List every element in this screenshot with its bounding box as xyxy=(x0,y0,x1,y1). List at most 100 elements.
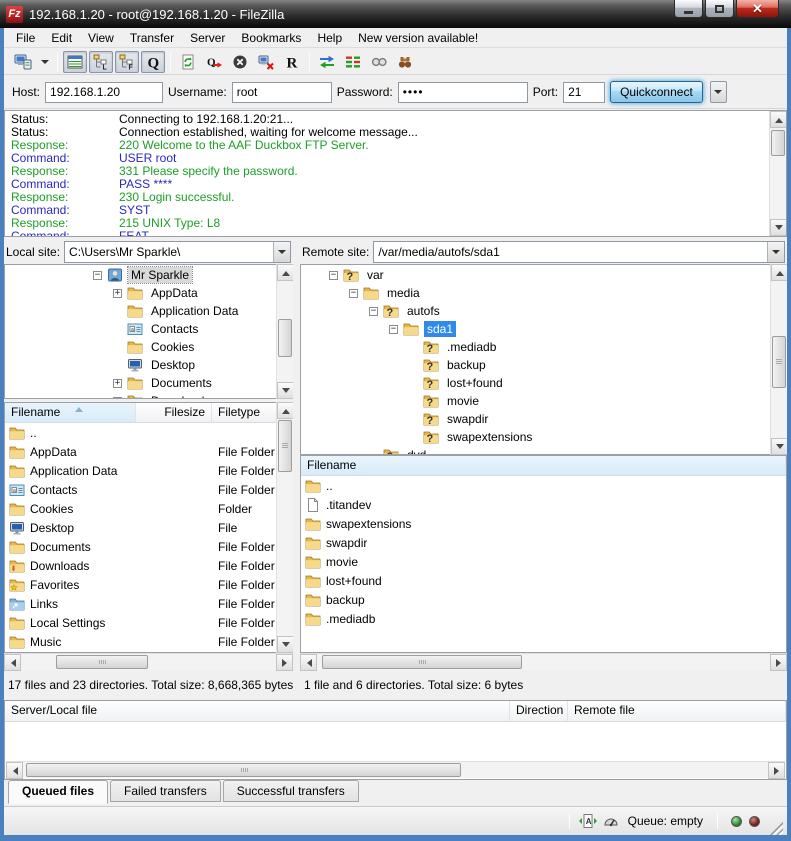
remote-file-row-swapdir[interactable]: swapdir xyxy=(301,533,786,552)
local-site-combobox[interactable]: C:\Users\Mr Sparkle\ xyxy=(64,241,291,263)
scroll-left-button[interactable] xyxy=(300,654,317,671)
local-file-row-appdata[interactable]: AppDataFile Folder xyxy=(5,442,277,461)
local-tree-item-appdata[interactable]: +AppData xyxy=(5,284,292,302)
scrollbar-thumb[interactable] xyxy=(322,655,522,669)
scrollbar-thumb[interactable] xyxy=(278,319,292,357)
remote-file-row-backup[interactable]: backup xyxy=(301,590,786,609)
remote-tree-item-sda1[interactable]: −sda1 xyxy=(301,320,786,338)
scrollbar-thumb[interactable] xyxy=(278,420,292,472)
scroll-left-button[interactable] xyxy=(4,654,21,671)
local-list-horizontal-scrollbar[interactable] xyxy=(4,653,293,670)
reconnect-button[interactable]: R xyxy=(280,51,304,73)
close-button[interactable]: ✕ xyxy=(736,0,779,18)
queue-horizontal-scrollbar[interactable] xyxy=(6,761,785,778)
toggle-queue-button[interactable]: Q xyxy=(141,51,165,73)
column-header-remote-file[interactable]: Remote file xyxy=(568,701,786,721)
toggle-message-log-button[interactable] xyxy=(63,51,87,73)
remote-tree-item-mediadb[interactable]: ?.mediadb xyxy=(301,338,786,356)
expander-minus[interactable]: − xyxy=(329,271,338,280)
local-file-row-downloads[interactable]: DownloadsFile Folder xyxy=(5,556,277,575)
menu-item-file[interactable]: File xyxy=(8,29,43,47)
directory-comparison-button[interactable] xyxy=(315,51,339,73)
remote-list-horizontal-scrollbar[interactable] xyxy=(300,653,787,670)
tab-queued-files[interactable]: Queued files xyxy=(8,780,108,804)
scroll-down-button[interactable] xyxy=(277,636,294,653)
password-input[interactable] xyxy=(398,82,528,103)
quickconnect-dropdown-button[interactable] xyxy=(710,81,727,103)
expander-plus[interactable]: + xyxy=(113,289,122,298)
toggle-remote-tree-button[interactable]: F xyxy=(115,51,139,73)
menu-item-server[interactable]: Server xyxy=(182,29,233,47)
remote-file-row-movie[interactable]: movie xyxy=(301,552,786,571)
local-file-row-links[interactable]: LinksFile Folder xyxy=(5,594,277,613)
file-search-button[interactable] xyxy=(393,51,417,73)
local-tree-item-desktop[interactable]: Desktop xyxy=(5,356,292,374)
remote-tree-item-swapdir[interactable]: ?swapdir xyxy=(301,410,786,428)
column-header-filesize[interactable]: Filesize xyxy=(136,403,212,422)
local-file-row-cookies[interactable]: CookiesFolder xyxy=(5,499,277,518)
quickconnect-button[interactable]: Quickconnect xyxy=(610,81,703,103)
menu-item-transfer[interactable]: Transfer xyxy=(122,29,182,47)
expander-minus[interactable]: − xyxy=(389,325,398,334)
remote-tree-vertical-scrollbar[interactable] xyxy=(770,264,787,455)
remote-tree-item-var[interactable]: −?var xyxy=(301,266,786,284)
remote-file-row-lost-found[interactable]: lost+found xyxy=(301,571,786,590)
local-file-row-contacts[interactable]: aContactsFile Folder xyxy=(5,480,277,499)
port-input[interactable] xyxy=(563,82,605,103)
scroll-up-button[interactable] xyxy=(277,264,294,281)
cancel-button[interactable] xyxy=(228,51,252,73)
remote-tree-item-movie[interactable]: ?movie xyxy=(301,392,786,410)
refresh-button[interactable] xyxy=(176,51,200,73)
resize-grip[interactable] xyxy=(770,822,783,835)
scroll-right-button[interactable] xyxy=(768,762,785,779)
host-input[interactable] xyxy=(45,82,163,103)
tab-successful-transfers[interactable]: Successful transfers xyxy=(223,780,359,802)
disconnect-button[interactable] xyxy=(254,51,278,73)
message-log-vertical-scrollbar[interactable] xyxy=(769,111,786,236)
local-file-row-local-settings[interactable]: Local SettingsFile Folder xyxy=(5,613,277,632)
remote-tree-item-autofs[interactable]: −?autofs xyxy=(301,302,786,320)
transfer-type-icon[interactable]: A xyxy=(579,813,597,829)
remote-file-row-mediadb[interactable]: .mediadb xyxy=(301,609,786,628)
site-manager-dropdown-button[interactable] xyxy=(37,51,52,73)
expander-minus[interactable]: − xyxy=(369,307,378,316)
site-manager-button[interactable] xyxy=(11,51,35,73)
scroll-up-button[interactable] xyxy=(277,402,294,419)
scroll-up-button[interactable] xyxy=(771,264,787,281)
minimize-button[interactable] xyxy=(674,0,703,18)
column-header-filename[interactable]: Filename xyxy=(301,456,786,475)
local-tree-item-contacts[interactable]: aContacts xyxy=(5,320,292,338)
local-file-row-item[interactable]: .. xyxy=(5,423,277,442)
remote-file-row-titandev[interactable]: .titandev xyxy=(301,495,786,514)
filter-button[interactable] xyxy=(367,51,391,73)
process-queue-button[interactable]: Q xyxy=(202,51,226,73)
remote-tree-item-backup[interactable]: ?backup xyxy=(301,356,786,374)
remote-site-dropdown-button[interactable] xyxy=(767,242,784,262)
toggle-local-tree-button[interactable]: L xyxy=(89,51,113,73)
column-header-filename[interactable]: Filename xyxy=(5,403,136,422)
menu-item-new-version-available[interactable]: New version available! xyxy=(350,29,486,47)
remote-tree-item-lost-found[interactable]: ?lost+found xyxy=(301,374,786,392)
local-list-vertical-scrollbar[interactable] xyxy=(276,402,293,653)
local-file-row-favorites[interactable]: FavoritesFile Folder xyxy=(5,575,277,594)
local-tree-vertical-scrollbar[interactable] xyxy=(276,264,293,399)
username-input[interactable] xyxy=(232,82,332,103)
menu-item-bookmarks[interactable]: Bookmarks xyxy=(233,29,309,47)
remote-tree-item-dvd[interactable]: ?dvd xyxy=(301,446,786,455)
local-tree-item-mr-sparkle[interactable]: −Mr Sparkle xyxy=(5,266,292,284)
scroll-right-button[interactable] xyxy=(770,654,787,671)
column-header-direction[interactable]: Direction xyxy=(510,701,568,721)
synchronized-browsing-button[interactable] xyxy=(341,51,365,73)
scroll-up-button[interactable] xyxy=(770,111,787,128)
maximize-button[interactable] xyxy=(705,0,734,18)
menu-item-help[interactable]: Help xyxy=(309,29,350,47)
local-file-row-documents[interactable]: DocumentsFile Folder xyxy=(5,537,277,556)
local-file-row-music[interactable]: MusicFile Folder xyxy=(5,632,277,651)
scrollbar-thumb[interactable] xyxy=(771,130,785,156)
remote-file-row-swapextensions[interactable]: swapextensions xyxy=(301,514,786,533)
column-header-server-local-file[interactable]: Server/Local file xyxy=(5,701,510,721)
scroll-down-button[interactable] xyxy=(770,219,787,236)
remote-tree-item-media[interactable]: −media xyxy=(301,284,786,302)
remote-file-row-item[interactable]: .. xyxy=(301,476,786,495)
local-file-row-desktop[interactable]: DesktopFile xyxy=(5,518,277,537)
